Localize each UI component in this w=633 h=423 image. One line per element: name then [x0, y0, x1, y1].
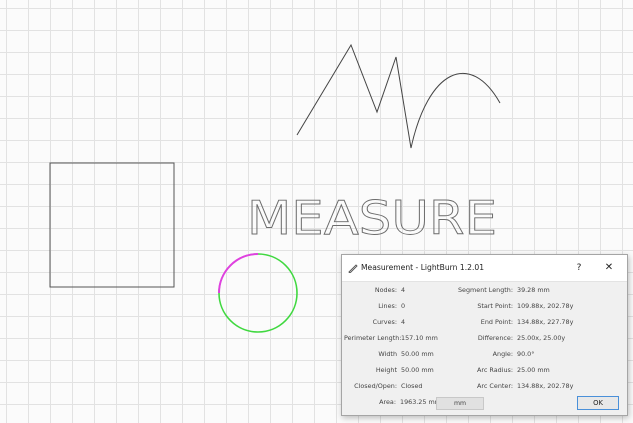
end-point-label: End Point: — [480, 318, 513, 326]
closed-open-label: Closed/Open: — [354, 382, 397, 390]
arc-center-value: 134.88x, 202.78y — [517, 382, 574, 390]
measure-text-shape[interactable]: MEASURE — [247, 191, 498, 246]
end-point-value: 134.88x, 227.78y — [517, 318, 574, 326]
width-value: 50.00 mm — [401, 350, 434, 358]
dialog-titlebar[interactable]: Measurement - LightBurn 1.2.01 ? ✕ — [342, 255, 627, 282]
lines-value: 0 — [401, 302, 406, 310]
arc-center-label: Arc Center: — [477, 382, 513, 390]
difference-value: 25.00x, 25.00y — [517, 334, 566, 342]
arc-radius-value: 25.00 mm — [517, 366, 550, 374]
width-label: Width — [378, 350, 397, 358]
zigzag-curve-shape[interactable] — [296, 43, 501, 149]
perimeter-length-value: 157.10 mm — [401, 334, 438, 342]
start-point-value: 109.88x, 202.78y — [517, 302, 574, 310]
lines-label: Lines: — [378, 302, 397, 310]
arc-radius-label: Arc Radius: — [477, 366, 513, 374]
angle-label: Angle: — [492, 350, 513, 358]
curves-label: Curves: — [372, 318, 397, 326]
dialog-title: Measurement - LightBurn 1.2.01 — [361, 263, 485, 272]
height-value: 50.00 mm — [401, 366, 434, 374]
measurement-dialog: Measurement - LightBurn 1.2.01 ? ✕ Nodes… — [341, 254, 628, 416]
curves-value: 4 — [401, 318, 406, 326]
closed-open-value: Closed — [401, 382, 423, 390]
difference-label: Difference: — [477, 334, 513, 342]
ruler-pencil-icon — [348, 264, 358, 273]
segment-length-value: 39.28 mm — [517, 286, 550, 294]
ok-button[interactable]: OK — [577, 396, 619, 410]
help-button[interactable]: ? — [568, 258, 590, 278]
selected-arc-segment — [218, 253, 259, 294]
unit-selector[interactable]: mm — [436, 397, 484, 410]
height-label: Height — [375, 366, 397, 374]
perimeter-length-label: Perimeter Length: — [344, 334, 402, 342]
nodes-label: Nodes: — [374, 286, 397, 294]
angle-value: 90.0° — [517, 350, 535, 358]
close-button[interactable]: ✕ — [598, 258, 620, 278]
segment-length-label: Segment Length: — [458, 286, 513, 294]
square-shape[interactable] — [49, 162, 175, 288]
nodes-value: 4 — [401, 286, 406, 294]
start-point-label: Start Point: — [477, 302, 513, 310]
